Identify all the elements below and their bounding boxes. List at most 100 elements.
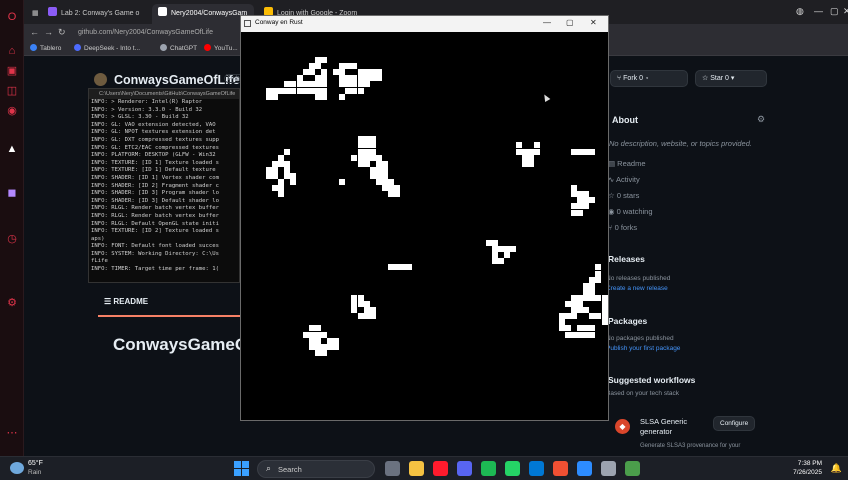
minimize-icon[interactable]: — bbox=[814, 6, 823, 16]
task-view-icon[interactable] bbox=[385, 461, 400, 476]
readme-tab[interactable]: ☰ README bbox=[104, 297, 148, 306]
speed-dial-icon[interactable]: ▣ bbox=[5, 64, 19, 78]
search-icon: ⌕ bbox=[266, 463, 272, 473]
fork-button[interactable]: ⑂ Fork 0 ▾ bbox=[610, 70, 688, 87]
game-of-life-grid[interactable] bbox=[241, 32, 608, 420]
git-icon[interactable] bbox=[553, 461, 568, 476]
notification-icon[interactable]: 🔔 bbox=[831, 463, 842, 474]
live-cell bbox=[375, 172, 382, 179]
live-cell bbox=[308, 69, 315, 76]
live-cell bbox=[583, 325, 590, 332]
releases-heading[interactable]: Releases bbox=[608, 254, 645, 264]
close-icon[interactable]: ✕ bbox=[843, 6, 848, 17]
live-cell bbox=[314, 349, 321, 356]
live-cell bbox=[351, 294, 358, 301]
live-cell bbox=[357, 148, 364, 155]
opera-icon[interactable] bbox=[433, 461, 448, 476]
aria-icon[interactable]: ▲ bbox=[5, 142, 19, 156]
repo-name[interactable]: ConwaysGameOfLife bbox=[114, 73, 240, 87]
clock-time[interactable]: 7:38 PM bbox=[798, 460, 822, 467]
back-icon[interactable]: ← bbox=[30, 27, 39, 37]
close-icon[interactable]: ✕ bbox=[590, 18, 597, 27]
tab-github[interactable]: Nery2004/ConwaysGam bbox=[152, 4, 254, 24]
messenger-icon[interactable]: ◉ bbox=[5, 104, 19, 118]
history-icon[interactable]: ◷ bbox=[5, 232, 19, 246]
terminal-window[interactable]: C:\Users\Nery\Documents\GitHub\ConwaysGa… bbox=[88, 88, 240, 283]
configure-button[interactable]: Configure bbox=[713, 416, 756, 431]
live-cell bbox=[320, 57, 327, 63]
clock-date[interactable]: 7/26/2025 bbox=[793, 469, 822, 476]
vscode-icon[interactable] bbox=[529, 461, 544, 476]
live-cell bbox=[302, 331, 309, 338]
terminal-line: INFO: GL: VAO extension detected, VAO bbox=[91, 121, 216, 128]
live-cell bbox=[381, 179, 388, 185]
youtube-icon bbox=[204, 44, 211, 51]
terminal-line: INFO: TEXTURE: [ID 2] Texture loaded s bbox=[91, 228, 219, 235]
more-icon[interactable]: ⋯ bbox=[5, 426, 19, 440]
bookmark-chatgpt[interactable]: ChatGPT bbox=[160, 44, 197, 52]
owner-avatar[interactable] bbox=[94, 73, 107, 86]
bookmark-youtube[interactable]: YouTu... bbox=[204, 44, 238, 52]
live-cell bbox=[375, 75, 382, 82]
live-cell bbox=[595, 313, 602, 320]
live-cell bbox=[363, 313, 370, 320]
live-cell bbox=[583, 203, 590, 210]
live-cell bbox=[357, 160, 364, 167]
forks-link[interactable]: ⑂ 0 forks bbox=[608, 223, 637, 232]
live-cell bbox=[339, 81, 346, 88]
live-cell bbox=[266, 93, 272, 100]
live-cell bbox=[589, 282, 596, 289]
star-button[interactable]: ☆ Star 0 ▾ bbox=[695, 70, 767, 87]
tab-lab[interactable]: Lab 2: Conway's Game o bbox=[42, 4, 156, 24]
create-release-link[interactable]: Create a new release bbox=[606, 285, 668, 292]
live-cell bbox=[314, 93, 321, 100]
terminal-icon[interactable] bbox=[601, 461, 616, 476]
taskbar-search[interactable]: ⌕ Search bbox=[257, 460, 375, 478]
home-icon[interactable]: ⌂ bbox=[5, 44, 19, 58]
file-explorer-icon[interactable] bbox=[409, 461, 424, 476]
profile-icon[interactable]: ◍ bbox=[796, 6, 804, 17]
conway-window[interactable]: Conway en Rust — ▢ ✕ bbox=[240, 15, 609, 421]
spotify-icon[interactable] bbox=[481, 461, 496, 476]
maximize-icon[interactable]: ▢ bbox=[566, 18, 574, 27]
packages-heading[interactable]: Packages bbox=[608, 316, 647, 326]
terminal-line: INFO: RLGL: Render batch vertex buffer bbox=[91, 205, 219, 212]
live-cell bbox=[345, 63, 352, 70]
bookmark-deepseek[interactable]: DeepSeek - Into t... bbox=[74, 44, 140, 52]
minimize-icon[interactable]: — bbox=[543, 18, 551, 27]
conway-app-icon[interactable] bbox=[625, 461, 640, 476]
conway-titlebar[interactable]: Conway en Rust — ▢ ✕ bbox=[241, 16, 608, 32]
zoom-icon[interactable] bbox=[577, 461, 592, 476]
reload-icon[interactable]: ↻ bbox=[58, 27, 66, 38]
start-button[interactable] bbox=[234, 461, 249, 476]
maximize-icon[interactable]: ▢ bbox=[830, 6, 839, 17]
tab-overview-icon[interactable]: ▦ bbox=[26, 4, 40, 24]
terminal-line: INFO: SHADER: [ID 3] Default shader lo bbox=[91, 197, 219, 204]
live-cell bbox=[388, 191, 394, 198]
releases-subtext: No releases published bbox=[606, 275, 671, 282]
readme-link[interactable]: ▤ Readme bbox=[608, 159, 646, 168]
taskbar: 65°F Rain ⌕ Search 7:38 PM 7/26/2025 🔔 bbox=[0, 456, 848, 480]
whatsapp-icon[interactable] bbox=[505, 461, 520, 476]
watching-link[interactable]: ◉ 0 watching bbox=[608, 207, 653, 216]
settings-icon[interactable]: ⚙ bbox=[5, 296, 19, 310]
gear-icon[interactable]: ⚙ bbox=[757, 114, 765, 125]
bookmarks-icon[interactable]: ◫ bbox=[5, 84, 19, 98]
weather-temperature: 65°F bbox=[28, 460, 43, 467]
bookmark-tablero[interactable]: Tablero bbox=[30, 44, 61, 52]
forward-icon[interactable]: → bbox=[44, 27, 53, 37]
live-cell bbox=[363, 81, 370, 88]
tablero-icon bbox=[30, 44, 37, 51]
live-cell bbox=[571, 203, 577, 210]
stars-link[interactable]: ☆ 0 stars bbox=[608, 191, 639, 200]
live-cell bbox=[381, 185, 388, 192]
discord-icon[interactable] bbox=[457, 461, 472, 476]
publish-package-link[interactable]: Publish your first package bbox=[606, 345, 680, 352]
opera-logo-icon[interactable]: O bbox=[5, 10, 19, 24]
live-cell bbox=[577, 294, 584, 301]
url-field[interactable]: github.com/Nery2004/ConwaysGameOfLife bbox=[78, 27, 213, 39]
windows-logo-quad bbox=[234, 461, 241, 468]
twitch-icon[interactable]: ◼ bbox=[5, 186, 19, 200]
activity-link[interactable]: ∿ Activity bbox=[608, 175, 640, 184]
live-cell bbox=[308, 343, 315, 350]
